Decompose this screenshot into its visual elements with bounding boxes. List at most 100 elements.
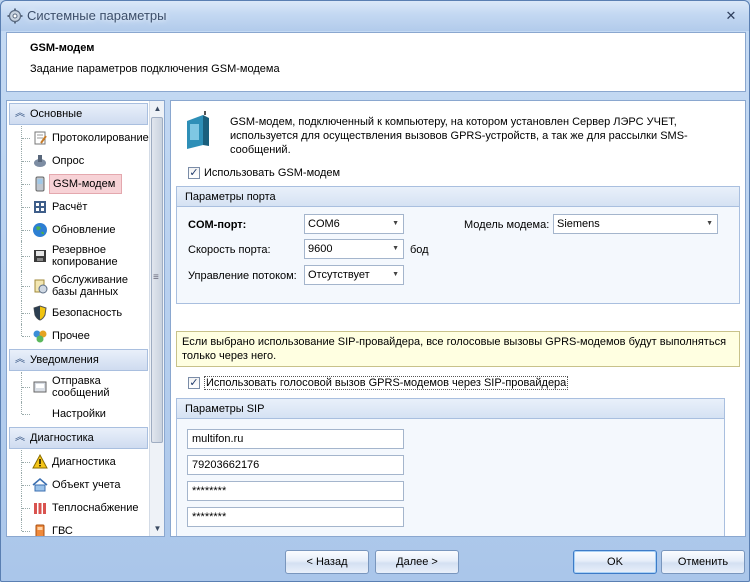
nav-item-label: Резервное копирование	[52, 244, 118, 268]
nav-item-send-messages[interactable]: Отправка сообщений	[21, 372, 150, 402]
sip-server-field[interactable]: multifon.ru	[187, 429, 404, 449]
group-label: Диагностика	[30, 432, 94, 444]
nav-item-metering-object[interactable]: Объект учета	[21, 473, 150, 496]
scroll-down-icon[interactable]: ▼	[150, 521, 164, 536]
checkbox-box[interactable]: ✓	[188, 167, 200, 179]
group-header-notifications[interactable]: ︽ Уведомления	[9, 349, 148, 371]
phone-icon	[35, 176, 45, 191]
use-gsm-modem-checkbox[interactable]: ✓ Использовать GSM-модем	[188, 167, 340, 179]
com-port-label: COM-порт:	[188, 219, 247, 231]
dropdown-arrow-icon[interactable]: ▼	[392, 240, 399, 258]
group-header-main[interactable]: ︽ Основные	[9, 103, 148, 125]
info-text: GSM-модем, подключенный к компьютеру, на…	[230, 116, 688, 156]
nav-item-gsm-modem[interactable]: GSM-модем	[21, 172, 150, 195]
group-header-diagnostics[interactable]: ︽ Диагностика	[9, 427, 148, 449]
house-icon	[32, 477, 48, 491]
nav-item-label: Опрос	[52, 154, 85, 167]
nav-item-hot-water[interactable]: ГВС	[21, 519, 150, 537]
nav-item-backup[interactable]: Резервное копирование	[21, 241, 150, 271]
ok-button[interactable]: OK	[573, 550, 657, 574]
nav-item-label: Протоколирование	[52, 131, 149, 144]
checkbox-box[interactable]: ✓	[188, 377, 200, 389]
sip-login-field[interactable]: 79203662176	[187, 455, 404, 475]
page-subtitle: Задание параметров подключения GSM-модем…	[30, 63, 280, 75]
port-speed-combo[interactable]: 9600 ▼	[304, 239, 404, 259]
send-icon	[33, 381, 47, 393]
nav-item-label: Теплоснабжение	[52, 501, 139, 514]
group-title: Параметры порта	[177, 187, 739, 207]
window-title: Системные параметры	[27, 8, 167, 23]
next-button[interactable]: Далее >	[375, 550, 459, 574]
settings-window: Системные параметры ✕ GSM-модем Задание …	[0, 0, 750, 582]
chevron-up-icon: ︽	[15, 354, 25, 365]
dropdown-arrow-icon[interactable]: ▼	[392, 266, 399, 284]
nav-item-label: Прочее	[52, 329, 90, 342]
group-label: Основные	[30, 108, 83, 120]
chevron-up-icon: ︽	[15, 432, 25, 443]
radiator-icon	[34, 502, 46, 514]
dropdown-arrow-icon[interactable]: ▼	[706, 215, 713, 233]
nav-item-label: ГВС	[52, 524, 73, 537]
port-speed-label: Скорость порта:	[188, 244, 271, 256]
group-title: Параметры SIP	[177, 399, 724, 419]
chevron-up-icon: ︽	[15, 108, 25, 119]
sip-password-confirm-field[interactable]: ********	[187, 507, 404, 527]
back-button[interactable]: < Назад	[285, 550, 369, 574]
sip-password-field[interactable]: ********	[187, 481, 404, 501]
globe-icon	[33, 222, 47, 237]
scrollbar-thumb[interactable]	[151, 117, 163, 443]
modem-model-combo[interactable]: Siemens ▼	[553, 214, 718, 234]
flow-control-combo[interactable]: Отсутствует ▼	[304, 265, 404, 285]
misc-icon	[33, 330, 47, 342]
nav-item-heating[interactable]: Теплоснабжение	[21, 496, 150, 519]
nav-item-label: Настройки	[52, 407, 106, 420]
nav-item-update[interactable]: Обновление	[21, 218, 150, 241]
com-port-combo[interactable]: COM6 ▼	[304, 214, 404, 234]
database-icon	[34, 279, 48, 294]
backup-icon	[34, 250, 46, 262]
sip-parameters-group: Параметры SIP multifon.ru 79203662176 **…	[176, 398, 725, 536]
nav-item-label: Расчёт	[52, 200, 88, 213]
nav-item-security[interactable]: Безопасность	[21, 301, 150, 324]
nav-item-calculation[interactable]: Расчёт	[21, 195, 150, 218]
content-panel: GSM-модем, подключенный к компьютеру, на…	[170, 100, 746, 537]
warning-icon	[32, 453, 48, 468]
navigator-scrollbar[interactable]: ▲ ▼	[149, 101, 164, 536]
use-sip-checkbox[interactable]: ✓ Использовать голосовой вызов GPRS-моде…	[188, 376, 569, 390]
combo-value: COM6	[308, 218, 340, 230]
settings-gear-icon	[7, 8, 23, 24]
water-icon	[35, 524, 45, 536]
calculator-icon	[34, 200, 46, 213]
nav-item-label: Объект учета	[52, 478, 121, 491]
modem-model-label: Модель модема:	[464, 219, 550, 231]
nav-item-notification-settings[interactable]: Настройки	[21, 402, 150, 425]
nav-item-label: GSM-модем	[49, 173, 123, 194]
nav-item-logging[interactable]: Протоколирование	[21, 126, 150, 149]
header-panel: GSM-модем Задание параметров подключения…	[6, 32, 746, 92]
scroll-up-icon[interactable]: ▲	[150, 101, 164, 116]
modem-icon	[187, 111, 209, 149]
log-icon	[34, 131, 47, 144]
nav-item-other[interactable]: Прочее	[21, 324, 150, 347]
combo-value: Siemens	[557, 218, 600, 230]
nav-item-db-maintenance[interactable]: Обслуживание базы данных	[21, 271, 150, 301]
shield-icon	[33, 304, 47, 321]
nav-item-label: Обслуживание базы данных	[52, 274, 128, 298]
speed-unit-label: бод	[410, 244, 429, 256]
page-title: GSM-модем	[30, 42, 95, 54]
port-parameters-group: Параметры порта COM-порт: COM6 ▼ Модель …	[176, 186, 740, 304]
nav-item-label: Отправка сообщений	[52, 375, 110, 399]
nav-item-label: Безопасность	[52, 306, 123, 319]
nav-item-poll[interactable]: Опрос	[21, 149, 150, 172]
sip-note: Если выбрано использование SIP-провайдер…	[176, 331, 740, 367]
poll-icon	[34, 154, 46, 167]
cancel-button[interactable]: Отменить	[661, 550, 745, 574]
dropdown-arrow-icon[interactable]: ▼	[392, 215, 399, 233]
nav-item-diagnostics[interactable]: Диагностика	[21, 450, 150, 473]
combo-value: Отсутствует	[308, 269, 370, 281]
flow-control-label: Управление потоком:	[188, 270, 297, 282]
title-bar: Системные параметры ✕	[1, 1, 749, 31]
close-icon[interactable]: ✕	[721, 7, 741, 25]
combo-value: 9600	[308, 243, 333, 255]
nav-item-label: Диагностика	[52, 455, 116, 468]
